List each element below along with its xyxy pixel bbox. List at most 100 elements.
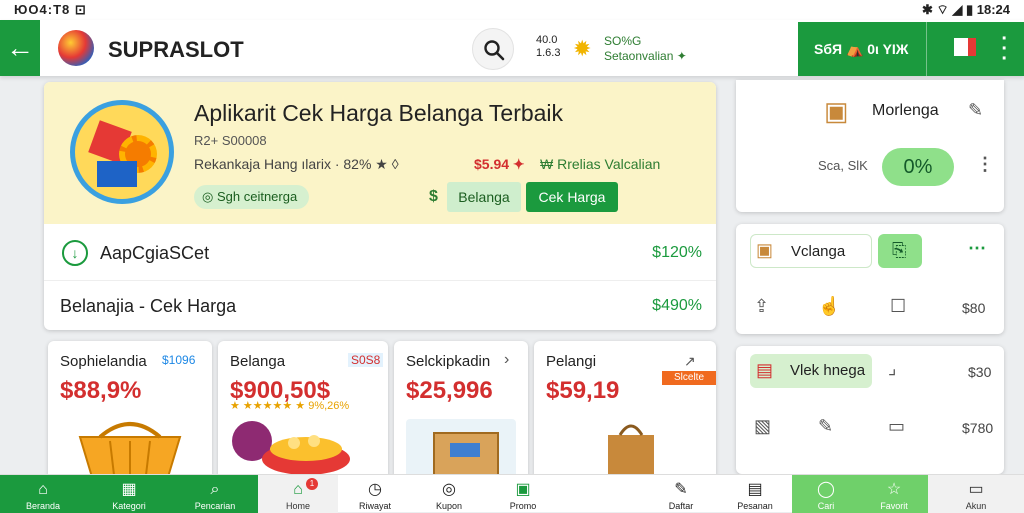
product-card[interactable]: Sophielandia $1096 $88,9% [48, 341, 212, 481]
account-icon: ▭ [968, 481, 984, 498]
edit-icon[interactable]: ✎ [818, 416, 833, 437]
discount-badge: Slcelte [662, 371, 716, 385]
status-bar: ЮО4:Т8 ⊡ ✱ ⌔ ◢ ▮ 18:24 [0, 0, 1024, 20]
cek-harga-button[interactable]: Cek Harga [526, 182, 618, 212]
grid-icon: ▦ [121, 481, 137, 498]
promo-line-1: SO%G [604, 34, 642, 48]
nav-beranda[interactable]: ⌂ Beranda [0, 475, 86, 513]
hero-banner: Aplikarit Cek Harga Belanga Terbaik R2+ … [44, 82, 716, 224]
download-icon: ↓ [62, 240, 88, 266]
hero-row-2-value: $490% [652, 297, 702, 314]
product-name: Sophielandia [60, 353, 147, 370]
nav-akun[interactable]: ▭ Akun [928, 475, 1024, 513]
account-area: ЅбЯ ⛺ 0ι ΥΙЖ · · · [798, 22, 1024, 76]
product-card[interactable]: Pelangi ↗ $59,19 Slcelte [534, 341, 716, 481]
product-tag: S0S8 [348, 353, 384, 367]
back-button[interactable]: ← [0, 20, 40, 76]
nav-pesanan[interactable]: ▤ Pesanan [718, 475, 792, 513]
nav-kupon[interactable]: ◎ Kupon [412, 475, 486, 513]
more-menu-icon[interactable]: · · · [1001, 29, 1008, 69]
side-card-3-value-2: $780 [962, 420, 994, 436]
food-bowl-image [230, 419, 376, 479]
nav-label: Daftar [668, 501, 694, 511]
hero-row-1-label: AapCgiaSCet [100, 243, 210, 263]
nav-kategori[interactable]: ▦ Kategori [86, 475, 172, 513]
like-icon[interactable]: ☝ [818, 296, 840, 317]
coupon-icon: ◎ [442, 481, 456, 498]
side-row-1-label: Morlenga [872, 102, 939, 119]
promo-text[interactable]: SO%G Setaonvalian ✦ [604, 34, 687, 64]
expand-icon[interactable]: ⌟ [888, 358, 896, 379]
list-icon: ✎ [674, 481, 688, 498]
product-price: $88,9% [60, 377, 142, 404]
nav-cari[interactable]: ◯ Cari [792, 475, 860, 513]
back-arrow-icon: ← [6, 32, 34, 63]
search-icon: ◯ [817, 481, 835, 498]
app-logo [58, 30, 94, 66]
bottom-navigation: ⌂ Beranda ▦ Kategori ⌕ Pencarian ⌂ Home 1 ◷ Ri… [0, 474, 1024, 513]
hero-note: ₩ Rrelias Valcalian [540, 156, 661, 172]
status-right: ✱ ⌔ ◢ ▮ 18:24 [922, 2, 1010, 17]
product-name: Selckipkadin [406, 353, 491, 370]
more-vertical-icon[interactable]: ⋮ [976, 154, 994, 175]
shopping-gear-illustration [70, 100, 174, 204]
nav-label: Favorit [880, 501, 908, 511]
brand-name: SUPRASLOT [108, 37, 244, 62]
subscribe-tag[interactable]: ◎ Sgh ceitnerga [194, 185, 310, 209]
side-card-1: ▣ Morlenga ✎ Sca, SlK 0% ⋮ [736, 80, 1004, 212]
hero-row-2[interactable]: Belanajia - Cek Harga $490% [44, 280, 716, 330]
more-horizontal-icon[interactable]: ⋯ [968, 238, 986, 259]
nav-home[interactable]: ⌂ Home 1 [258, 475, 338, 513]
note-button[interactable]: ⎘ [878, 234, 922, 268]
flag-icon[interactable] [954, 38, 976, 56]
nav-label: Pesanan [737, 501, 773, 511]
nav-label: Promo [509, 501, 537, 511]
product-card[interactable]: Belanga S0S8 $900,50$ ★ ★★★★★ ★ 9%,26% [218, 341, 388, 481]
hero-card: Aplikarit Cek Harga Belanga Terbaik R2+ … [44, 82, 716, 330]
chevron-right-icon[interactable]: › [504, 351, 509, 369]
share-icon[interactable]: ↗ [684, 353, 696, 370]
product-card[interactable]: Selckipkadin › $25,996 [394, 341, 528, 481]
search-icon [484, 40, 505, 61]
nav-favorit[interactable]: ☆ Favorit [860, 475, 928, 513]
status-left: ЮО4:Т8 ⊡ [14, 2, 87, 17]
mini-stat-1: 40.0 [536, 34, 558, 46]
upload-icon[interactable]: ⇪ [754, 296, 769, 317]
orders-icon: ▤ [747, 481, 763, 498]
folder-icon[interactable]: ▭ [888, 416, 905, 437]
hero-rating: Rekankaja Hang ılarix · 82% ★ ◊ [194, 156, 399, 172]
nav-riwayat[interactable]: ◷ Riwayat [338, 475, 412, 513]
hero-price: $5.94 ✦ [474, 156, 525, 172]
nav-label: Riwayat [358, 501, 391, 511]
search-button[interactable] [472, 28, 514, 70]
image-icon[interactable]: ▧ [754, 416, 771, 437]
side-card-3: Vlek hnega ▤ ⌟ $30 ▧ ✎ ▭ $780 [736, 346, 1004, 474]
mini-stat-2: 1.6.3 [536, 47, 561, 59]
app-bar: ← SUPRASLOT 40.0 1.6.3 ✹ SO%G Setaonvali… [0, 20, 1024, 76]
home-icon: ⌂ [293, 481, 303, 498]
promo-icon: ▣ [515, 481, 531, 498]
nav-promo[interactable]: ▣ Promo [486, 475, 560, 513]
nav-daftar[interactable]: ✎ Daftar [644, 475, 718, 513]
nav-pencarian[interactable]: ⌕ Pencarian [172, 475, 258, 513]
product-price: $25,996 [406, 377, 493, 404]
product-name: Belanga [230, 353, 286, 370]
percent-badge[interactable]: 0% [882, 148, 954, 186]
nav-label: Beranda [25, 501, 61, 511]
square-icon[interactable]: ☐ [890, 296, 906, 317]
box-image [406, 419, 516, 479]
hero-title: Aplikarit Cek Harga Belanga Terbaik [194, 100, 564, 126]
hero-row-1[interactable]: ↓ AapCgiaSCet $120% [44, 228, 716, 278]
basket-image [60, 419, 200, 479]
clock-icon: ◷ [368, 481, 382, 498]
hero-row-1-value: $120% [652, 244, 702, 261]
edit-icon[interactable]: ✎ [968, 100, 983, 121]
account-button[interactable]: ЅбЯ ⛺ 0ι ΥΙЖ [814, 41, 908, 58]
hero-code: R2+ S00008 [194, 133, 267, 148]
belanga-button[interactable]: Belanga [447, 182, 521, 212]
promo-line-2: Setaonvalian ✦ [604, 49, 687, 63]
subscribe-tag-label: Sgh ceitnerga [216, 189, 298, 204]
product-price: $59,19 [546, 377, 620, 404]
hero-row-2-label: Belanajia - Cek Harga [60, 296, 237, 316]
shopping-bag-image [546, 419, 704, 479]
